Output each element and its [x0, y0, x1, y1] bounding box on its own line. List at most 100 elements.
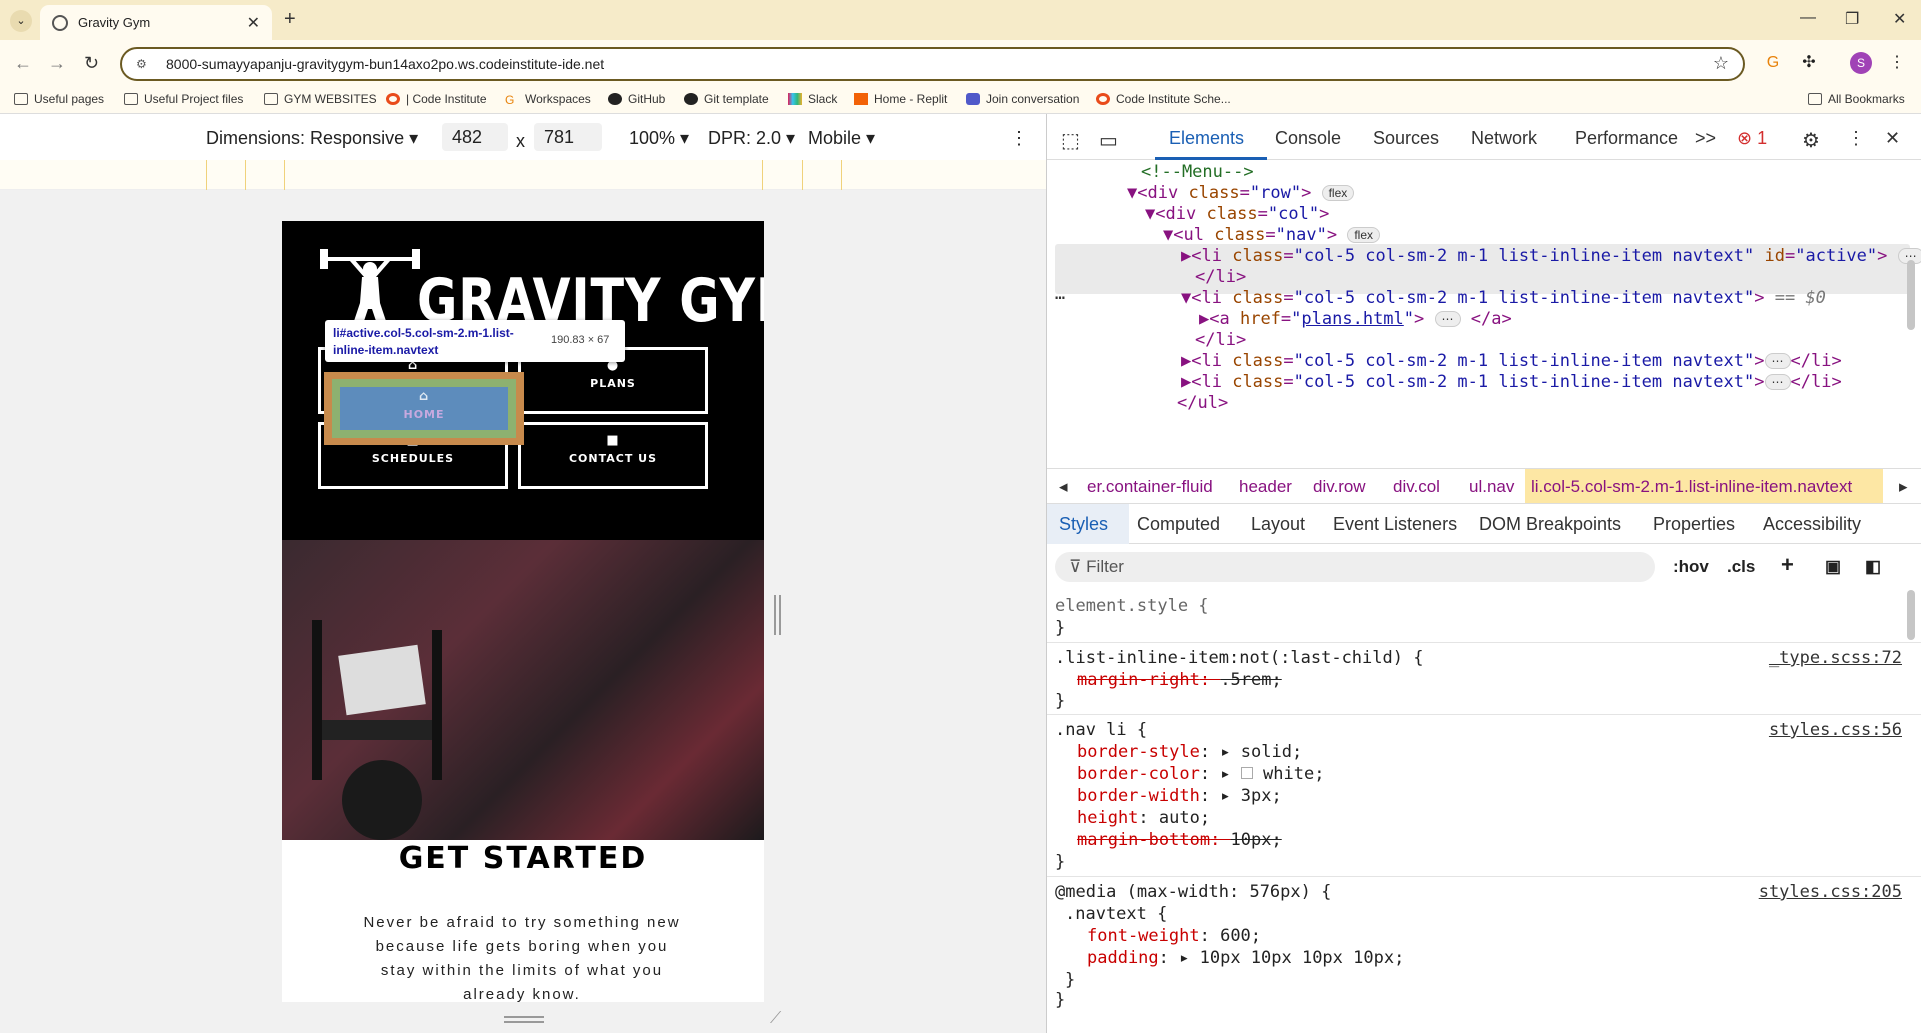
close-window-icon[interactable]: ✕ [1893, 9, 1906, 29]
bookmark-item[interactable]: Useful pages [14, 92, 104, 106]
sidebar-toggle-icon[interactable]: ◧ [1865, 557, 1881, 577]
tab-event-listeners[interactable]: Event Listeners [1333, 514, 1457, 535]
rule-source-link[interactable]: styles.css:56 [1769, 720, 1902, 740]
bookmark-item[interactable]: Join conversation [966, 92, 1079, 106]
css-declaration[interactable]: padding: ▸ 10px 10px 10px 10px; [1087, 948, 1404, 968]
dimensions-dropdown[interactable]: Dimensions: Responsive ▾ [206, 128, 418, 149]
breadcrumb-item[interactable]: div.col [1393, 477, 1440, 497]
css-declaration[interactable]: border-width: ▸ 3px; [1077, 786, 1282, 806]
minimize-icon[interactable]: — [1800, 9, 1816, 27]
bookmark-item[interactable]: Git template [684, 92, 769, 106]
dom-node-li[interactable]: ▶<li class="col-5 col-sm-2 m-1 list-inli… [1181, 351, 1842, 371]
rule-source-link[interactable]: _type.scss:72 [1769, 648, 1902, 668]
width-input[interactable]: 482 [442, 123, 508, 151]
browser-tab[interactable]: Gravity Gym ✕ [40, 5, 272, 40]
dom-scrollbar[interactable] [1907, 260, 1915, 330]
dpr-dropdown[interactable]: DPR: 2.0 ▾ [708, 128, 795, 149]
new-rule-icon[interactable]: + [1781, 552, 1794, 578]
settings-gear-icon[interactable]: ⚙ [1802, 128, 1820, 153]
paint-icon[interactable]: ▣ [1825, 557, 1841, 577]
puzzle-icon[interactable]: ✣ [1798, 52, 1820, 74]
more-options-icon[interactable]: ⋮ [1010, 128, 1028, 149]
rule-source-link[interactable]: styles.css:205 [1759, 882, 1902, 902]
resize-handle-right[interactable] [774, 595, 781, 635]
bookmark-item[interactable]: Slack [788, 92, 837, 106]
styles-scrollbar[interactable] [1907, 590, 1915, 640]
cls-toggle[interactable]: .cls [1727, 557, 1755, 577]
reload-button[interactable]: ↻ [84, 53, 99, 74]
all-bookmarks[interactable]: All Bookmarks [1808, 92, 1905, 106]
tab-layout[interactable]: Layout [1251, 514, 1305, 535]
close-devtools-icon[interactable]: ✕ [1885, 128, 1900, 149]
breadcrumb-item[interactable]: er.container-fluid [1087, 477, 1213, 497]
tab-elements[interactable]: Elements [1169, 128, 1244, 149]
site-info-icon[interactable]: ⚙ [136, 57, 152, 71]
nav-contact[interactable]: ■ CONTACT US [518, 422, 708, 489]
tab-performance[interactable]: Performance [1575, 128, 1678, 149]
breadcrumb-scroll-right[interactable]: ▸ [1899, 477, 1908, 497]
tab-accessibility[interactable]: Accessibility [1763, 514, 1861, 535]
css-declaration[interactable]: font-weight: 600; [1087, 926, 1261, 946]
folder-icon [124, 93, 138, 105]
tab-network[interactable]: Network [1471, 128, 1537, 149]
resize-corner-icon[interactable]: ⟋ [770, 1010, 781, 1028]
close-tab-icon[interactable]: ✕ [247, 13, 260, 33]
css-declaration[interactable]: border-color: ▸ white; [1077, 764, 1324, 784]
tab-styles[interactable]: Styles [1059, 514, 1108, 535]
dom-node-li-active[interactable]: ▶<li class="col-5 col-sm-2 m-1 list-inli… [1181, 246, 1921, 266]
css-declaration[interactable]: margin-bottom: 10px; [1077, 830, 1282, 850]
back-button[interactable]: ← [14, 53, 32, 74]
bookmark-star-icon[interactable]: ☆ [1713, 53, 1729, 74]
extension-icon[interactable]: G [1762, 52, 1784, 74]
tab-properties[interactable]: Properties [1653, 514, 1735, 535]
dom-node-col[interactable]: ▼<div class="col"> [1145, 204, 1329, 224]
dom-node-li[interactable]: ▶<li class="col-5 col-sm-2 m-1 list-inli… [1181, 372, 1842, 392]
devtools-tabs: ⬚ ▭ Elements Console Sources Network Per… [1047, 114, 1921, 160]
bookmark-item[interactable]: Useful Project files [124, 92, 243, 106]
zoom-dropdown[interactable]: 100% ▾ [629, 128, 689, 149]
inspect-element-icon[interactable]: ⬚ [1061, 128, 1080, 153]
tab-search-button[interactable]: ⌄ [10, 10, 32, 32]
breadcrumb-scroll-left[interactable]: ◂ [1059, 477, 1068, 497]
address-bar[interactable]: ⚙ 8000-sumayyapanju-gravitygym-bun14axo2… [120, 47, 1745, 81]
dom-node-li-selected[interactable]: ▼<li class="col-5 col-sm-2 m-1 list-inli… [1181, 288, 1826, 308]
css-declaration[interactable]: height: auto; [1077, 808, 1210, 828]
resize-handle-bottom[interactable] [504, 1016, 544, 1023]
device-type-dropdown[interactable]: Mobile ▾ [808, 128, 875, 149]
tab-console[interactable]: Console [1275, 128, 1341, 149]
device-toggle-icon[interactable]: ▭ [1099, 128, 1118, 153]
dom-node-ul[interactable]: ▼<ul class="nav"> flex [1163, 225, 1381, 245]
bookmark-item[interactable]: Code Institute Sche... [1096, 92, 1231, 106]
node-menu-icon[interactable]: ⋯ [1055, 288, 1065, 308]
color-swatch[interactable] [1240, 767, 1253, 779]
breadcrumb-item[interactable]: ul.nav [1469, 477, 1514, 497]
forward-button[interactable]: → [48, 53, 66, 74]
tab-dom-breakpoints[interactable]: DOM Breakpoints [1479, 514, 1621, 535]
menu-icon[interactable]: ⋮ [1886, 52, 1908, 74]
breadcrumb-item-active[interactable]: li.col-5.col-sm-2.m-1.list-inline-item.n… [1531, 477, 1852, 497]
height-input[interactable]: 781 [534, 123, 602, 151]
tab-sources[interactable]: Sources [1373, 128, 1439, 149]
error-badge[interactable]: ⊗ 1 [1737, 128, 1767, 149]
css-declaration[interactable]: border-style: ▸ solid; [1077, 742, 1302, 762]
get-started-heading: GET STARTED [398, 841, 648, 876]
globe-icon [52, 14, 68, 31]
bookmark-item[interactable]: GitHub [608, 92, 665, 106]
tab-computed[interactable]: Computed [1137, 514, 1220, 535]
bookmark-item[interactable]: GYM WEBSITES [264, 92, 377, 106]
bookmark-item[interactable]: G Workspaces [505, 92, 591, 107]
dom-node-a[interactable]: ▶<a href="plans.html"> ⋯ </a> [1199, 309, 1512, 329]
breadcrumb-item[interactable]: div.row [1313, 477, 1366, 497]
more-tabs-icon[interactable]: >> [1695, 128, 1716, 149]
dom-node-row[interactable]: ▼<div class="row"> flex [1127, 183, 1355, 203]
hov-toggle[interactable]: :hov [1673, 557, 1709, 577]
profile-avatar[interactable]: S [1850, 52, 1872, 74]
restore-icon[interactable]: ❐ [1845, 9, 1859, 29]
more-options-icon[interactable]: ⋮ [1847, 128, 1865, 149]
bookmark-item[interactable]: Home - Replit [854, 92, 947, 106]
bookmark-item[interactable]: | Code Institute [386, 92, 487, 106]
breadcrumb-item[interactable]: header [1239, 477, 1292, 497]
styles-filter-input[interactable]: ⊽ Filter [1055, 552, 1655, 582]
new-tab-button[interactable]: + [284, 8, 296, 31]
css-declaration[interactable]: margin-right: .5rem; [1077, 670, 1282, 690]
